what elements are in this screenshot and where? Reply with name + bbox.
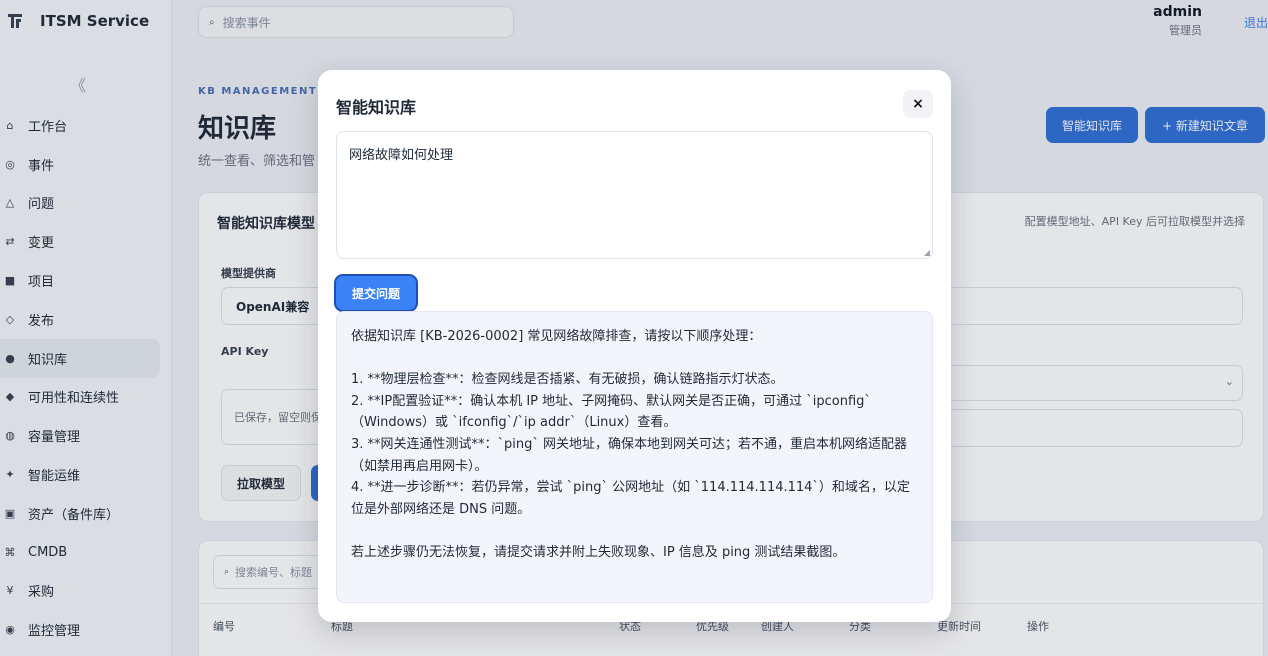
answer-outro: 若上述步骤仍无法恢复，请提交请求并附上失败现象、IP 信息及 ping 测试结果… — [351, 544, 846, 560]
answer-panel: 依据知识库 [KB-2026-0002] 常见网络故障排查，请按以下顺序处理： … — [336, 311, 933, 603]
question-textarea[interactable]: 网络故障如何处理 ◢ — [336, 131, 933, 259]
question-text: 网络故障如何处理 — [349, 148, 454, 163]
answer-step: 1. **物理层检查**：检查网线是否插紧、有无破损，确认链路指示灯状态。 — [351, 372, 784, 388]
answer-step: 2. **IP配置验证**：确认本机 IP 地址、子网掩码、默认网关是否正确，可… — [351, 393, 871, 431]
resize-handle-icon[interactable]: ◢ — [924, 248, 930, 257]
submit-question-button[interactable]: 提交问题 — [336, 276, 416, 310]
answer-intro: 依据知识库 [KB-2026-0002] 常见网络故障排查，请按以下顺序处理： — [351, 329, 762, 344]
modal-title: 智能知识库 — [336, 98, 417, 117]
answer-step: 3. **网关连通性测试**：`ping` 网关地址，确保本地到网关可达；若不通… — [351, 436, 908, 474]
close-button[interactable]: × — [903, 90, 933, 118]
smart-kb-modal: 智能知识库 × 网络故障如何处理 ◢ 提交问题 依据知识库 [KB-2026-0… — [318, 70, 951, 622]
answer-step: 4. **进一步诊断**：若仍异常，尝试 `ping` 公网地址（如 `114.… — [351, 480, 910, 517]
